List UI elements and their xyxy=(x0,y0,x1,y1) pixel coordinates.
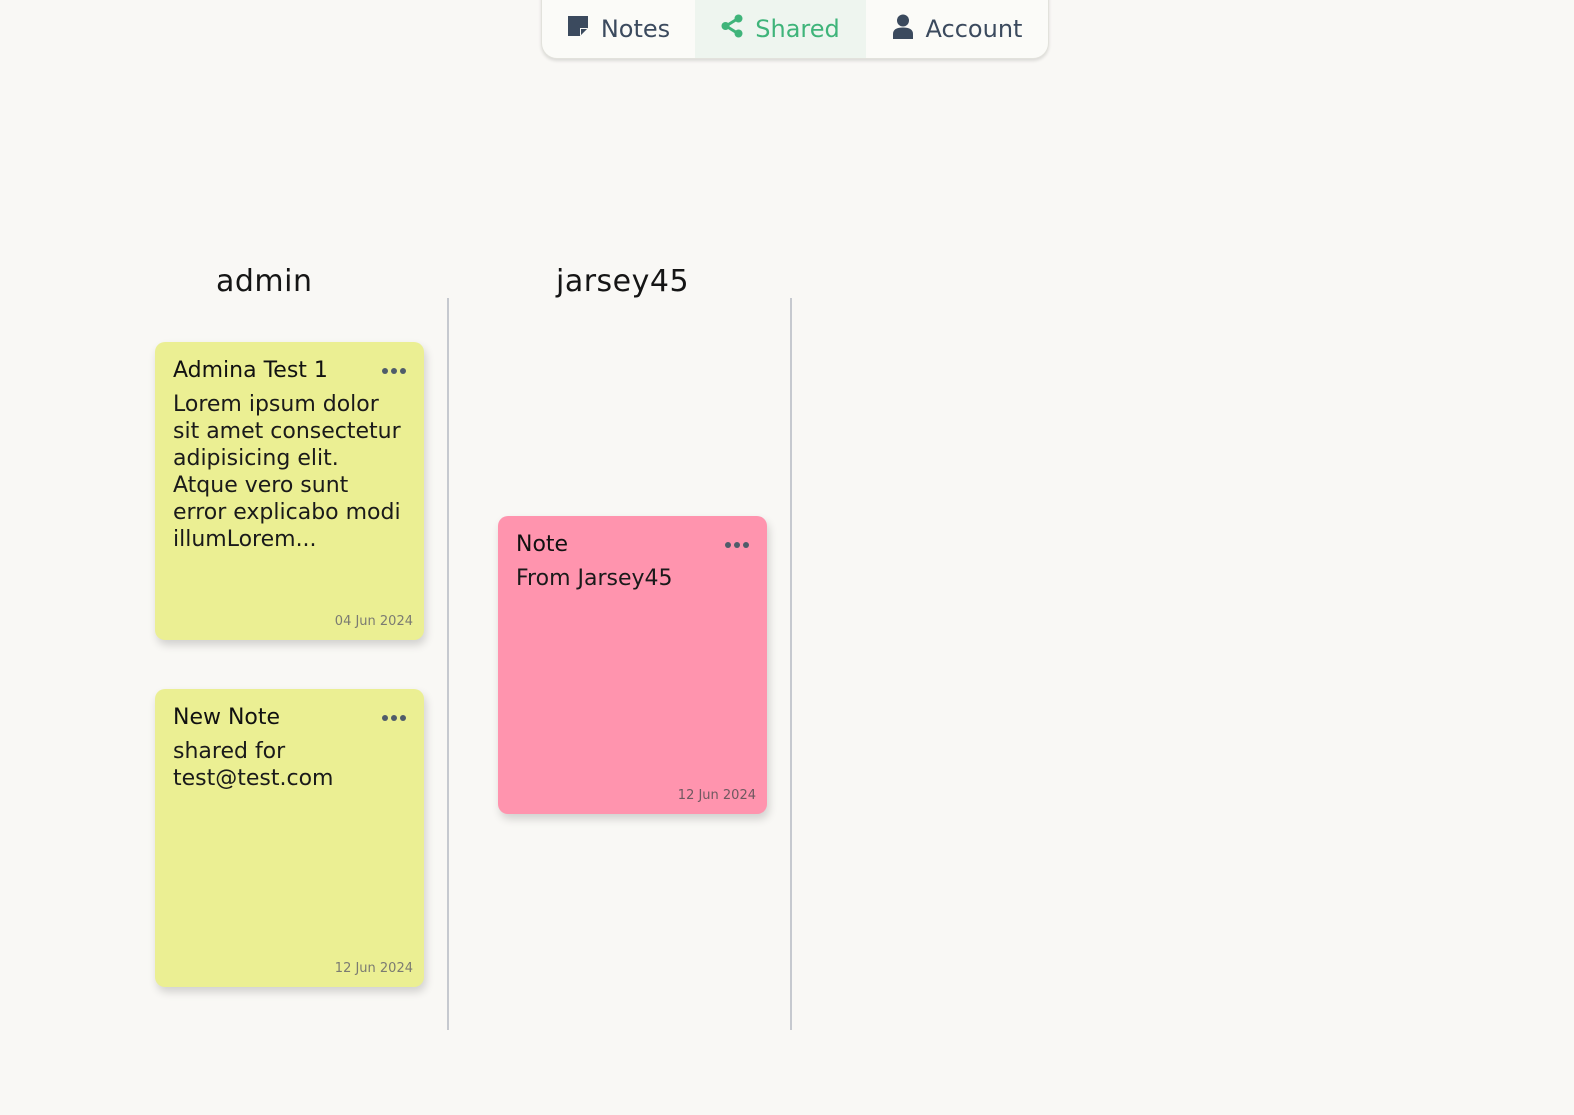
column-divider xyxy=(790,298,792,1030)
note-body: shared for test@test.com xyxy=(173,739,334,791)
tab-account[interactable]: Account xyxy=(866,0,1048,58)
column-divider xyxy=(447,298,449,1030)
more-options-icon[interactable] xyxy=(382,711,406,725)
top-navigation: Notes Shared Account xyxy=(541,0,1049,59)
note-date: 12 Jun 2024 xyxy=(677,788,756,803)
note-card[interactable]: Note From Jarsey45 12 Jun 2024 xyxy=(498,516,767,814)
share-icon xyxy=(721,14,743,44)
note-body: Lorem ipsum dolor sit amet consectetur a… xyxy=(173,392,401,552)
column-owner-admin: admin xyxy=(216,264,313,299)
note-body: From Jarsey45 xyxy=(516,566,673,591)
note-card[interactable]: New Note shared for test@test.com 12 Jun… xyxy=(155,689,424,987)
note-title: Admina Test 1 xyxy=(173,358,328,383)
note-card[interactable]: Admina Test 1 Lorem ipsum dolor sit amet… xyxy=(155,342,424,640)
tab-shared[interactable]: Shared xyxy=(695,0,866,58)
column-owner-jarsey45: jarsey45 xyxy=(556,264,690,299)
tab-notes[interactable]: Notes xyxy=(542,0,695,58)
more-options-icon[interactable] xyxy=(725,538,749,552)
more-options-icon[interactable] xyxy=(382,364,406,378)
tab-shared-label: Shared xyxy=(755,15,840,43)
tab-notes-label: Notes xyxy=(600,15,671,43)
user-icon xyxy=(892,14,914,45)
note-date: 04 Jun 2024 xyxy=(334,614,413,629)
note-date: 12 Jun 2024 xyxy=(334,961,413,976)
sticky-note-icon xyxy=(567,15,589,43)
tab-account-label: Account xyxy=(925,15,1023,43)
note-title: New Note xyxy=(173,705,281,730)
note-title: Note xyxy=(516,532,569,557)
